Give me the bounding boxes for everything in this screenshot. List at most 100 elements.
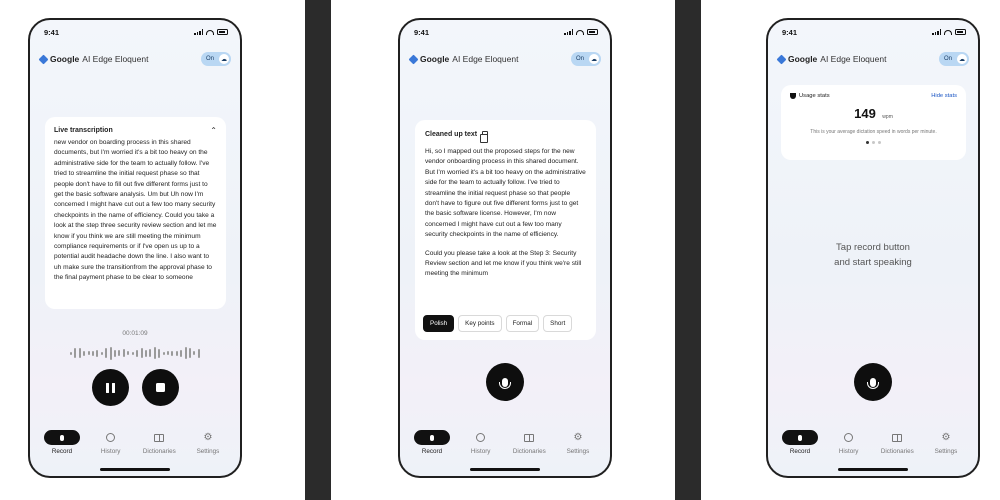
app-store-screenshots: 9:41 Google AI Edge Eloquent On ☁ Live t… <box>0 0 1000 500</box>
nav-label: Record <box>51 448 73 455</box>
book-icon <box>154 433 165 442</box>
waveform-bar <box>158 348 161 358</box>
app-bar: Google AI Edge Eloquent On ☁ <box>38 51 231 67</box>
waveform-bar <box>175 350 178 356</box>
nav-dictionaries[interactable]: Dictionaries <box>135 430 183 462</box>
nav-history[interactable]: History <box>825 430 873 462</box>
cleaned-text: Hi, so I mapped out the proposed steps f… <box>425 147 586 295</box>
cleaned-text-card: Cleaned up text Hi, so I mapped out the … <box>415 120 596 340</box>
stop-button[interactable] <box>141 369 179 406</box>
chip-short[interactable]: Short <box>543 315 573 332</box>
chevron-up-icon[interactable]: ⌃ <box>210 126 217 135</box>
nav-label: Dictionaries <box>512 448 546 455</box>
brand-google: Google <box>788 54 818 64</box>
usage-stats-card: Usage stats Hide stats 149 wpm This is y… <box>781 85 966 160</box>
chip-polish[interactable]: Polish <box>423 315 455 332</box>
status-time: 9:41 <box>44 27 60 37</box>
nav-settings[interactable]: ⚙ Settings <box>554 430 602 462</box>
brand-google: Google <box>420 54 450 64</box>
transcription-text: new vendor on boarding process in this s… <box>54 139 217 282</box>
waveform-bar <box>122 349 125 357</box>
home-indicator <box>100 468 170 471</box>
waveform-bar <box>118 350 121 356</box>
nav-settings[interactable]: ⚙ Settings <box>922 430 970 462</box>
hide-stats-link[interactable]: Hide stats <box>931 93 957 99</box>
nav-label: Record <box>789 448 811 455</box>
page-dot[interactable] <box>878 141 881 144</box>
nav-history[interactable]: History <box>87 430 135 462</box>
nav-history[interactable]: History <box>457 430 505 462</box>
app-bar: Google AI Edge Eloquent On ☁ <box>776 51 969 67</box>
nav-record[interactable]: Record <box>38 430 86 462</box>
waveform-bar <box>100 351 103 355</box>
waveform-bar <box>144 349 147 357</box>
waveform-bar <box>197 348 200 358</box>
gear-icon: ⚙ <box>203 431 213 443</box>
home-indicator <box>838 468 908 471</box>
page-dot[interactable] <box>866 141 869 144</box>
app-brand: Google AI Edge Eloquent <box>38 54 148 64</box>
chip-formal[interactable]: Formal <box>505 315 540 332</box>
wifi-icon <box>576 29 584 35</box>
bottom-nav: Record History Dictionaries ⚙ Settings <box>38 430 232 462</box>
prompt-line: and start speaking <box>834 257 912 268</box>
usage-label: Usage stats <box>799 93 830 99</box>
record-button[interactable] <box>854 363 892 401</box>
battery-icon <box>217 29 228 35</box>
waveform-bar <box>83 350 86 356</box>
mic-icon <box>867 377 879 389</box>
waveform-bar <box>153 347 156 359</box>
phone-idle-screen: 9:41 Google AI Edge Eloquent On ☁ Usage … <box>766 18 980 478</box>
waveform-bar <box>78 348 81 358</box>
signal-icon <box>564 29 573 35</box>
brand-google: Google <box>50 54 80 64</box>
nav-label: Dictionaries <box>880 448 914 455</box>
app-brand: Google AI Edge Eloquent <box>776 54 886 64</box>
waveform-bar <box>171 350 174 356</box>
waveform-bar <box>140 348 143 358</box>
pause-icon <box>105 382 115 393</box>
cloud-icon: ☁ <box>589 54 599 64</box>
nav-settings[interactable]: ⚙ Settings <box>184 430 232 462</box>
waveform-bar <box>92 350 95 356</box>
card-title: Cleaned up text <box>425 131 478 138</box>
nav-label: History <box>838 448 859 455</box>
battery-icon <box>587 29 598 35</box>
paragraph: Could you please take a look at the Step… <box>425 249 582 278</box>
waveform-bar <box>114 349 117 357</box>
audio-waveform <box>70 346 200 360</box>
style-chips: Polish Key points Formal Short <box>423 315 588 332</box>
record-button[interactable] <box>486 363 524 401</box>
waveform-bar <box>193 351 196 355</box>
bottom-nav: Record History Dictionaries ⚙ Settings <box>408 430 602 462</box>
mic-icon <box>60 434 64 441</box>
page-dot[interactable] <box>872 141 875 144</box>
wifi-icon <box>206 29 214 35</box>
status-bar: 9:41 <box>44 27 228 37</box>
page-dots <box>790 141 957 144</box>
nav-dictionaries[interactable]: Dictionaries <box>505 430 553 462</box>
card-title: Live transcription <box>54 127 113 134</box>
gemini-logo-icon <box>408 54 419 64</box>
wpm-value: 149 <box>854 106 876 121</box>
phone-cleanup-screen: 9:41 Google AI Edge Eloquent On ☁ Cleane… <box>398 18 612 478</box>
on-toggle[interactable]: On ☁ <box>571 52 601 66</box>
waveform-bar <box>70 351 72 355</box>
chip-key-points[interactable]: Key points <box>458 315 502 332</box>
nav-label: Settings <box>934 448 958 455</box>
toggle-label: On <box>576 56 585 62</box>
on-toggle[interactable]: On ☁ <box>201 52 231 66</box>
mic-icon <box>430 434 434 441</box>
nav-record[interactable]: Record <box>776 430 824 462</box>
book-icon <box>892 433 903 442</box>
paragraph: Hi, so I mapped out the proposed steps f… <box>425 148 586 239</box>
nav-record[interactable]: Record <box>408 430 456 462</box>
on-toggle[interactable]: On ☁ <box>939 52 969 66</box>
nav-dictionaries[interactable]: Dictionaries <box>873 430 921 462</box>
copy-icon[interactable] <box>480 131 489 143</box>
book-icon <box>524 433 535 442</box>
pause-button[interactable] <box>91 369 129 406</box>
status-bar: 9:41 <box>782 27 966 37</box>
recording-timer: 00:01:09 <box>122 330 148 337</box>
waveform-bar <box>162 351 165 355</box>
